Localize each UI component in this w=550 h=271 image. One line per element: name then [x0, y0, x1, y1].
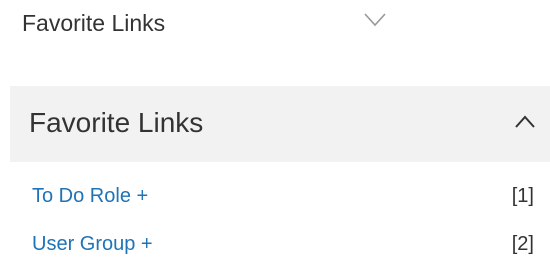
- favorite-links-title: Favorite Links: [29, 107, 204, 138]
- favorite-links-title: Favorite Links: [22, 10, 166, 36]
- favorite-link-count: [1]: [511, 185, 534, 207]
- favorite-link-row: To Do Role + [1]: [10, 181, 550, 213]
- favorite-link-user-group[interactable]: User Group +: [32, 231, 153, 257]
- favorite-link-to-do-role[interactable]: To Do Role +: [32, 183, 148, 209]
- favorite-links-expanded-header[interactable]: Favorite Links: [10, 86, 550, 162]
- chevron-down-icon[interactable]: [364, 12, 386, 28]
- chevron-up-icon[interactable]: [515, 115, 535, 129]
- favorite-link-count: [2]: [511, 233, 534, 255]
- favorite-link-row: User Group + [2]: [10, 229, 550, 261]
- favorite-links-collapsed-header[interactable]: Favorite Links: [0, 0, 550, 50]
